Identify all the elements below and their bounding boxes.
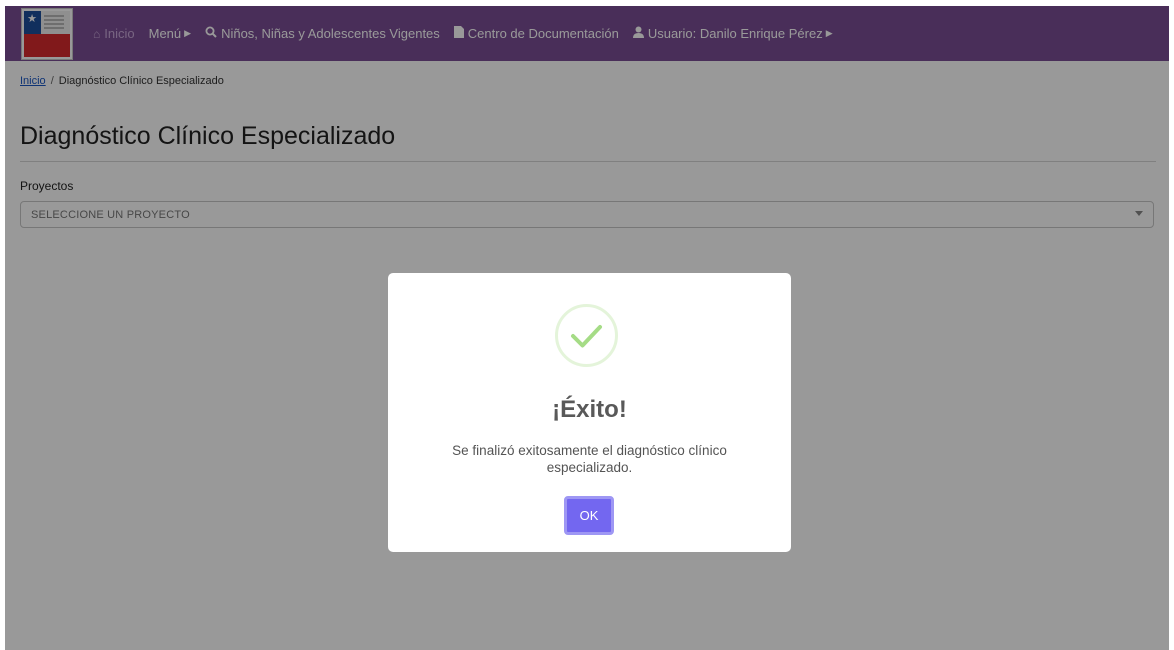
page: ★ ⌂ Inicio Menú ▶ Niños, Niñas y Adolesc… (5, 6, 1169, 650)
success-check-icon (555, 304, 618, 367)
dialog-message: Se finalizó exitosamente el diagnóstico … (452, 443, 727, 475)
success-dialog: ¡Éxito! Se finalizó exitosamente el diag… (388, 273, 791, 552)
ok-button[interactable]: OK (564, 496, 614, 535)
dialog-title: ¡Éxito! (552, 396, 627, 423)
